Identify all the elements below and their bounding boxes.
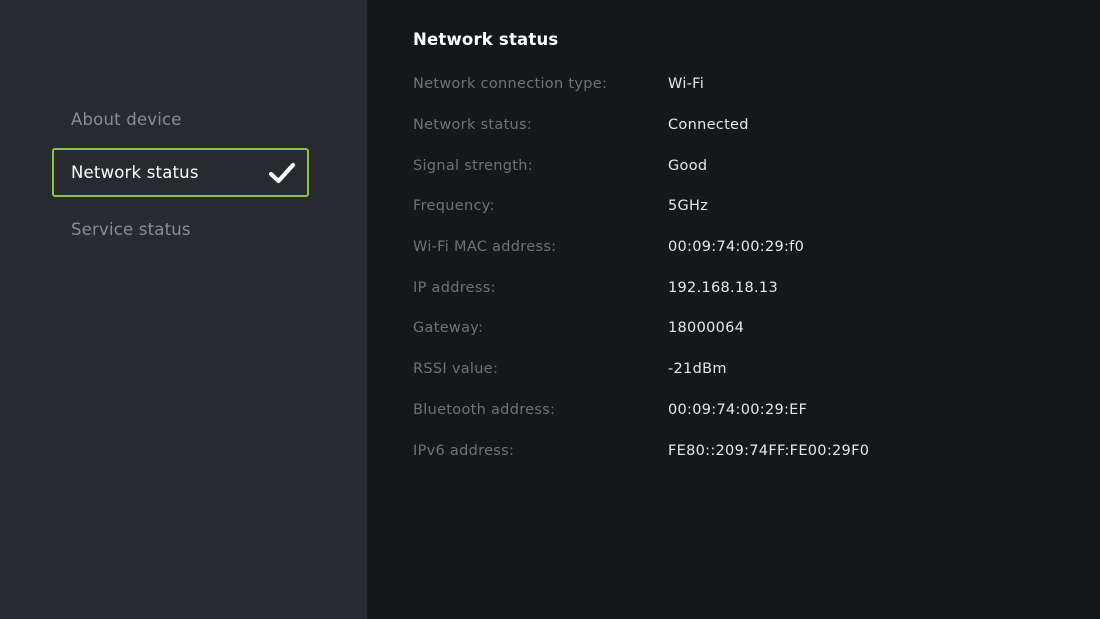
info-row-network-status: Network status: Connected: [413, 105, 1073, 146]
info-row-rssi: RSSI value: -21dBm: [413, 349, 1073, 390]
info-label: IP address:: [413, 279, 496, 296]
info-row-gateway: Gateway: 18000064: [413, 308, 1073, 349]
info-label: Signal strength:: [413, 157, 533, 174]
sidebar-item-network-status[interactable]: Network status: [52, 148, 309, 197]
info-value: 00:09:74:00:29:f0: [668, 239, 805, 256]
settings-screen: About device Network status Service stat…: [0, 0, 1100, 619]
info-value: 5GHz: [668, 198, 709, 215]
info-label: RSSI value:: [413, 361, 499, 378]
info-value: 00:09:74:00:29:EF: [668, 401, 808, 418]
info-row-ipv6: IPv6 address: FE80::209:74FF:FE00:29F0: [413, 430, 1073, 471]
info-label: Network status:: [413, 117, 533, 134]
info-row-wifi-mac: Wi-Fi MAC address: 00:09:74:00:29:f0: [413, 227, 1073, 268]
info-value: 18000064: [668, 320, 745, 337]
info-value: 192.168.18.13: [668, 279, 778, 296]
info-value: Good: [668, 157, 708, 174]
sidebar-item-label: Network status: [71, 163, 199, 182]
info-label: Network connection type:: [413, 76, 608, 93]
info-value: Wi-Fi: [668, 76, 705, 93]
info-row-ip-address: IP address: 192.168.18.13: [413, 267, 1073, 308]
network-info-list: Network connection type: Wi-Fi Network s…: [413, 64, 1073, 471]
sidebar: About device Network status Service stat…: [0, 0, 367, 619]
info-label: IPv6 address:: [413, 442, 515, 459]
info-value: Connected: [668, 117, 749, 134]
info-label: Bluetooth address:: [413, 401, 556, 418]
info-label: Gateway:: [413, 320, 484, 337]
sidebar-item-service-status[interactable]: Service status: [52, 205, 309, 254]
info-label: Wi-Fi MAC address:: [413, 239, 557, 256]
sidebar-item-label: About device: [71, 110, 182, 129]
info-row-frequency: Frequency: 5GHz: [413, 186, 1073, 227]
info-row-connection-type: Network connection type: Wi-Fi: [413, 64, 1073, 105]
sidebar-item-about-device[interactable]: About device: [52, 95, 309, 144]
info-value: FE80::209:74FF:FE00:29F0: [668, 442, 870, 459]
main-panel: Network status Network connection type: …: [367, 0, 1100, 619]
info-label: Frequency:: [413, 198, 495, 215]
page-title: Network status: [413, 30, 559, 49]
info-row-signal-strength: Signal strength: Good: [413, 145, 1073, 186]
info-row-bluetooth: Bluetooth address: 00:09:74:00:29:EF: [413, 390, 1073, 431]
checkmark-icon: [269, 162, 295, 183]
sidebar-item-label: Service status: [71, 220, 191, 239]
info-value: -21dBm: [668, 361, 727, 378]
